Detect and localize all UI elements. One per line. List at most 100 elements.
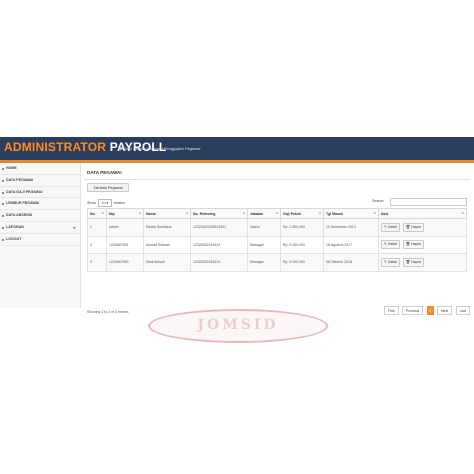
table-row: 1 admin Devita Sravilana 123250202353215…: [87, 218, 467, 237]
bullet-icon: [2, 203, 4, 206]
cell-no: 1: [87, 218, 107, 237]
search-control: Search:: [372, 198, 467, 206]
detail-label: Detail: [388, 242, 397, 247]
col-header-label: No.: [90, 211, 96, 216]
sort-icon: ⇅: [242, 211, 245, 215]
sort-icon: ⇅: [138, 211, 141, 215]
sidebar-item-home[interactable]: HOME: [0, 163, 80, 175]
sort-icon: ⇅: [318, 211, 321, 215]
add-employee-button[interactable]: Tambah Pegawai: [87, 183, 129, 192]
watermark-logo: JOMSID: [148, 309, 328, 343]
sidebar-item-lembur-pegawai[interactable]: LEMBUR PEGAWAI: [0, 198, 80, 211]
sidebar-item-label: DATA ABSENSI: [6, 213, 33, 218]
pencil-icon: ✎: [384, 224, 388, 229]
cell-tgl-masuk: 08 Oktober 2018: [323, 253, 379, 272]
table-info: Showing 1 to 3 of 3 entries: [87, 310, 129, 314]
pencil-icon: ✎: [384, 259, 388, 264]
col-header-label: Aksi: [381, 211, 389, 216]
app-window: ADMINISTRATOR PAYROLL Aplikasi Sistem In…: [0, 137, 474, 315]
page-next-button[interactable]: Next: [437, 306, 453, 315]
delete-button[interactable]: 🗑Hapus: [402, 257, 425, 267]
sidebar-item-label: DATA PEGAWAI: [6, 177, 34, 182]
cell-aksi: ✎Detail 🗑Hapus: [378, 218, 467, 237]
cell-gaji-pokok: Rp. 5.000.000: [280, 235, 324, 254]
sidebar-item-label: LEMBUR PEGAWAI: [6, 201, 40, 206]
delete-button[interactable]: 🗑Hapus: [402, 222, 425, 232]
detail-label: Detail: [388, 259, 397, 264]
bullet-icon: [2, 179, 4, 182]
col-header-nip[interactable]: Nip ⇅: [106, 208, 144, 219]
employee-table: No. ⇅ Nip ⇅ Nama ⇅ No. Rekening ⇅ Jabatan ⇅ G…: [87, 208, 467, 272]
col-header-label: Jabatan: [250, 211, 264, 216]
page-last-button[interactable]: Last: [455, 306, 471, 315]
bullet-icon: [2, 226, 4, 229]
top-header-bar: ADMINISTRATOR PAYROLL Aplikasi Sistem In…: [0, 137, 474, 163]
sidebar-item-label: DATA GAJI PEGAWAI: [6, 189, 43, 194]
sort-icon: ⇅: [101, 211, 104, 215]
title-divider: [84, 179, 470, 180]
cell-gaji-pokok: Rp. 5.000.000: [280, 253, 324, 272]
col-header-nama[interactable]: Nama ⇅: [143, 208, 191, 219]
col-header-no[interactable]: No. ⇅: [87, 208, 107, 219]
sidebar-item-data-gaji-pegawai[interactable]: DATA GAJI PEGAWAI: [0, 187, 80, 199]
search-label: Search:: [372, 199, 385, 203]
search-input[interactable]: [390, 198, 467, 206]
cell-nip: 1234567891: [106, 235, 144, 254]
detail-button[interactable]: ✎Detail: [381, 240, 400, 250]
sort-icon: ⇅: [275, 211, 278, 215]
delete-label: Hapus: [411, 259, 422, 264]
trash-icon: 🗑: [405, 242, 411, 247]
table-header-row: No. ⇅ Nip ⇅ Nama ⇅ No. Rekening ⇅ Jabatan ⇅ G…: [87, 208, 467, 219]
bullet-icon: [2, 215, 4, 218]
entries-label: entries: [114, 200, 125, 205]
entries-select[interactable]: 10 ▾: [98, 199, 112, 207]
page-previous-button[interactable]: Previous: [402, 306, 424, 315]
pencil-icon: ✎: [384, 242, 388, 247]
app-tagline: Aplikasi Sistem Informasi Penggajian Peg…: [118, 146, 201, 151]
trash-icon: 🗑: [405, 224, 411, 229]
app-title-part1: ADMINISTRATOR: [4, 140, 107, 154]
cell-no: 2: [87, 235, 107, 254]
col-header-aksi[interactable]: Aksi ⇅: [378, 208, 467, 219]
detail-button[interactable]: ✎Detail: [381, 257, 400, 267]
col-header-tgl-masuk[interactable]: Tgl Masuk ⇅: [323, 208, 379, 219]
sidebar-item-label: LOGOUT: [6, 236, 22, 241]
table-row: 2 1234567891 Ahmad Ridwan 12325032424424…: [87, 235, 467, 254]
sidebar-item-label: LAPORAN: [6, 224, 24, 229]
trash-icon: 🗑: [405, 259, 411, 264]
col-header-label: Gaji Pokok: [283, 211, 302, 216]
sort-icon: ⇅: [373, 211, 376, 215]
detail-button[interactable]: ✎Detail: [381, 222, 400, 232]
cell-no: 3: [87, 253, 107, 272]
sidebar-item-data-pegawai[interactable]: DATA PEGAWAI: [0, 175, 80, 187]
cell-tgl-masuk: 10 November 2013: [323, 218, 379, 237]
cell-no-rekening: 12325032424424: [190, 235, 248, 254]
sidebar-item-laporan[interactable]: LAPORAN ◄: [0, 222, 80, 234]
main-content: DATA PEGAWAI Tambah Pegawai Show 10 ▾ en…: [84, 163, 471, 315]
page-current-button[interactable]: 1: [426, 306, 434, 315]
pagination: First Previous 1 Next Last: [384, 306, 471, 315]
delete-label: Hapus: [411, 224, 422, 229]
col-header-gaji-pokok[interactable]: Gaji Pokok ⇅: [280, 208, 324, 219]
page-first-button[interactable]: First: [384, 306, 399, 315]
table-row: 3 1234567890 Dedi Ashadi 12325032424424 …: [87, 253, 467, 272]
cell-jabatan: Manager: [247, 253, 281, 272]
entries-value: 10: [101, 201, 106, 205]
col-header-no-rekening[interactable]: No. Rekening ⇅: [190, 208, 248, 219]
watermark-text: JOMSID: [197, 317, 279, 333]
cell-nama: Devita Sravilana: [143, 218, 191, 237]
col-header-jabatan[interactable]: Jabatan ⇅: [247, 208, 281, 219]
show-label: Show: [87, 200, 96, 205]
sidebar-item-data-absensi[interactable]: DATA ABSENSI: [0, 210, 80, 222]
bullet-icon: [2, 191, 4, 194]
cell-jabatan: Manager: [247, 235, 281, 254]
col-header-label: No. Rekening: [193, 211, 216, 216]
cell-tgl-masuk: 18 Agustus 2017: [323, 235, 379, 254]
sidebar-item-label: HOME: [6, 166, 17, 170]
sidebar-item-logout[interactable]: LOGOUT: [0, 234, 80, 246]
delete-button[interactable]: 🗑Hapus: [402, 240, 425, 250]
cell-aksi: ✎Detail 🗑Hapus: [378, 235, 467, 254]
cell-aksi: ✎Detail 🗑Hapus: [378, 253, 467, 272]
col-header-label: Tgl Masuk: [326, 211, 344, 216]
cell-nama: Ahmad Ridwan: [143, 235, 191, 254]
